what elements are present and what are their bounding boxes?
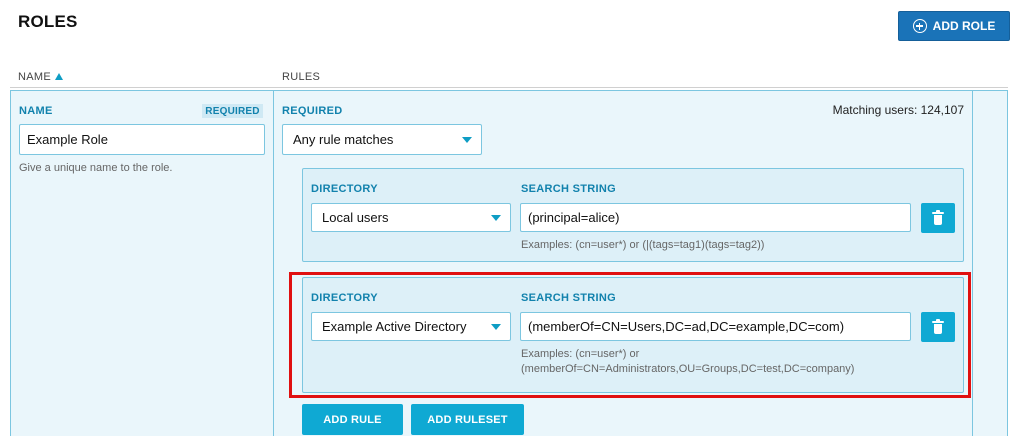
rule-directory-label: DIRECTORY xyxy=(311,183,378,195)
role-name-input[interactable]: Example Role xyxy=(19,124,265,155)
sort-ascending-icon xyxy=(54,73,63,80)
chevron-down-icon xyxy=(491,214,501,221)
match-mode-select[interactable]: Any rule matches xyxy=(282,124,482,155)
trash-icon xyxy=(932,209,944,225)
add-role-button[interactable]: ADD ROLE xyxy=(898,11,1010,41)
search-examples-hint: Examples: (cn=user*) or (|(tags=tag1)(ta… xyxy=(521,239,765,251)
column-header-name-label: NAME xyxy=(18,71,51,83)
chevron-down-icon xyxy=(462,136,472,143)
column-header-name[interactable]: NAME xyxy=(18,71,63,83)
column-divider-right xyxy=(972,90,973,436)
add-rule-button[interactable]: ADD RULE xyxy=(302,404,403,435)
search-string-input[interactable]: (principal=alice) xyxy=(520,203,911,232)
directory-value: Local users xyxy=(322,210,389,225)
header-divider xyxy=(10,87,1008,88)
add-role-label: ADD ROLE xyxy=(932,19,996,33)
match-mode-value: Any rule matches xyxy=(293,132,394,147)
page-title: ROLES xyxy=(18,12,78,31)
column-header-rules: RULES xyxy=(282,71,321,83)
matching-users-count: Matching users: 124,107 xyxy=(832,103,964,117)
role-name-label: NAME xyxy=(19,105,53,117)
column-divider xyxy=(273,90,274,436)
delete-rule-button[interactable] xyxy=(921,203,955,233)
rule-search-label: SEARCH STRING xyxy=(521,183,616,195)
required-badge: REQUIRED xyxy=(202,104,263,118)
rules-required-label: REQUIRED xyxy=(282,105,343,117)
directory-select[interactable]: Local users xyxy=(311,203,511,232)
role-name-hint: Give a unique name to the role. xyxy=(19,162,173,174)
highlight-frame xyxy=(289,272,971,398)
add-ruleset-button[interactable]: ADD RULESET xyxy=(411,404,524,435)
plus-circle-icon xyxy=(912,19,927,33)
